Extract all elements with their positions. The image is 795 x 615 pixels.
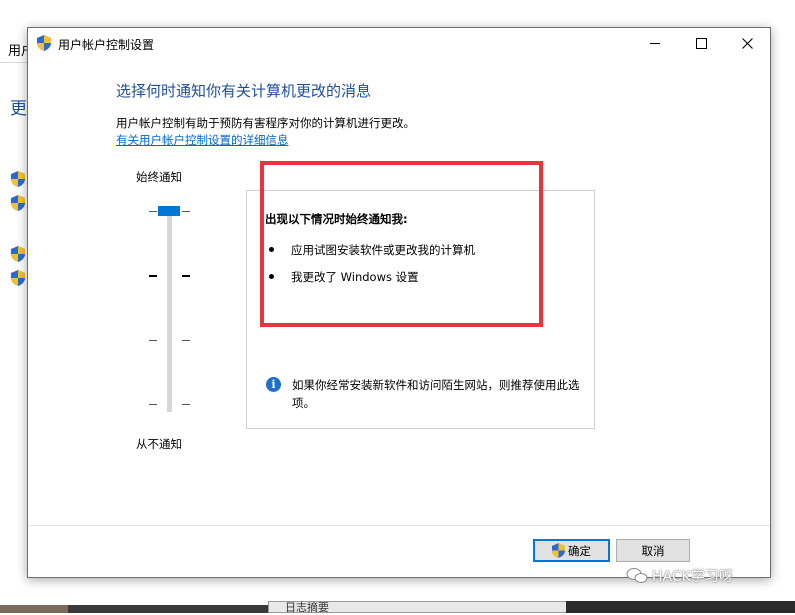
slider-tick [182, 340, 190, 341]
close-icon [741, 37, 753, 49]
cancel-button-label: 取消 [641, 543, 665, 558]
background-divider [0, 62, 28, 63]
ok-button-label: 确定 [568, 543, 591, 558]
taskbar-item[interactable]: 日志摘要 [268, 601, 568, 614]
taskbar-item[interactable] [0, 605, 68, 613]
page-heading: 选择何时通知你有关计算机更改的消息 [116, 82, 372, 100]
uac-shield-icon[interactable] [11, 246, 25, 262]
close-button[interactable] [724, 28, 770, 58]
chat-bubbles-icon [626, 568, 648, 583]
notification-level-slider-track[interactable] [167, 209, 172, 412]
minimize-button[interactable] [632, 28, 678, 58]
maximize-button[interactable] [678, 28, 724, 58]
ok-button[interactable]: 确定 [533, 539, 610, 562]
uac-shield-icon [37, 35, 51, 51]
level-description-panel: 出现以下情况时始终通知我: 应用试图安装软件或更改我的计算机 我更改了 Wind… [246, 190, 595, 429]
window-title: 用户帐户控制设置 [58, 38, 155, 52]
taskbar-item[interactable] [566, 601, 795, 613]
slider-top-label: 始终通知 [136, 170, 182, 184]
slider-tick [149, 275, 157, 277]
notification-level-slider-thumb[interactable] [158, 206, 180, 216]
list-item-text: 应用试图安装软件或更改我的计算机 [291, 243, 475, 257]
slider-tick [149, 404, 157, 405]
cancel-button[interactable]: 取消 [616, 539, 690, 562]
description-text: 用户帐户控制有助于预防有害程序对你的计算机进行更改。 [116, 116, 415, 130]
slider-tick [182, 211, 190, 212]
watermark: HACK学习呀 [626, 566, 733, 586]
uac-settings-dialog: 用户帐户控制设置 选择何时通知你有关计算机更改的消息 用户帐户控制有助于预防有害… [27, 27, 771, 578]
watermark-text: HACK学习呀 [652, 569, 733, 585]
list-item-text: 我更改了 Windows 设置 [291, 270, 419, 284]
details-link[interactable]: 有关用户帐户控制设置的详细信息 [116, 132, 289, 148]
background-heading: 更 [10, 99, 27, 119]
slider-tick [182, 275, 190, 277]
info-icon: i [266, 377, 281, 392]
slider-tick [149, 211, 157, 212]
uac-shield-icon[interactable] [11, 195, 25, 211]
minimize-icon [650, 42, 660, 44]
slider-bottom-label: 从不通知 [136, 437, 182, 451]
uac-shield-icon[interactable] [11, 270, 25, 286]
list-item: 我更改了 Windows 设置 [269, 269, 419, 285]
slider-tick [182, 404, 190, 405]
title-bar[interactable]: 用户帐户控制设置 [28, 28, 770, 58]
bullet-icon [269, 274, 274, 279]
uac-shield-icon [552, 543, 565, 558]
slider-tick [149, 340, 157, 341]
panel-title: 出现以下情况时始终通知我: [265, 212, 408, 226]
bullet-icon [269, 247, 274, 252]
recommendation-note: 如果你经常安装新软件和访问陌生网站，则推荐使用此选项。 [292, 378, 580, 410]
maximize-icon [695, 37, 707, 49]
uac-shield-icon[interactable] [11, 171, 25, 187]
list-item: 应用试图安装软件或更改我的计算机 [269, 242, 475, 258]
footer-divider [28, 525, 770, 526]
